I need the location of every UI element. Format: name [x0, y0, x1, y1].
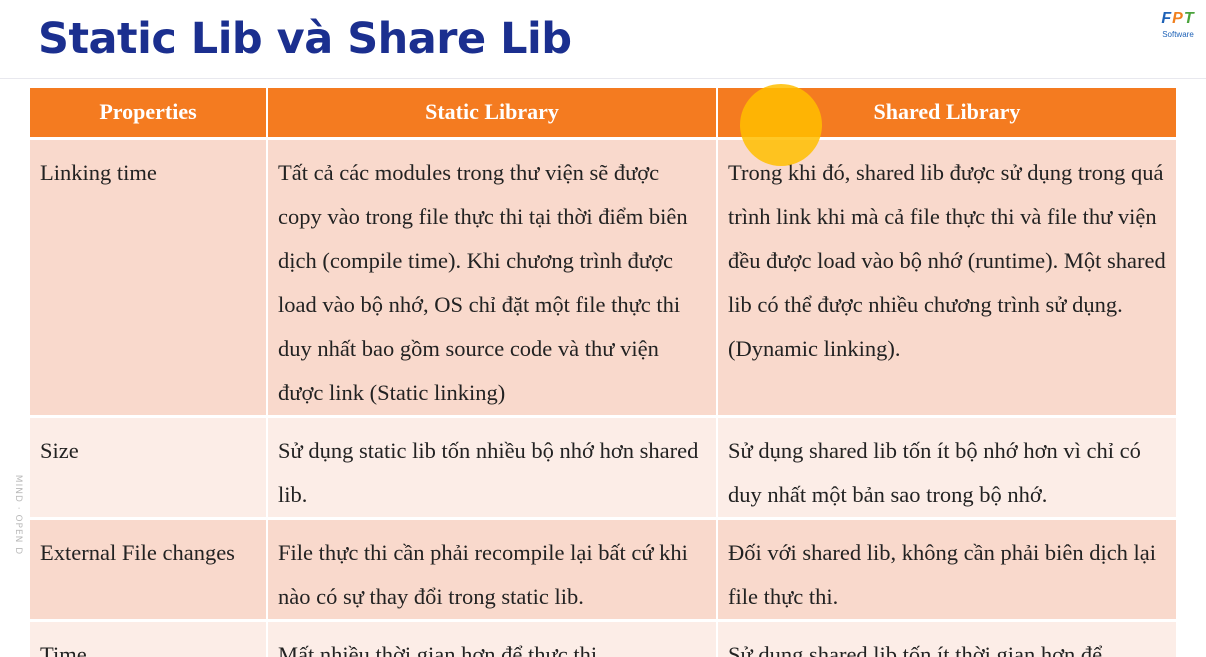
cell-static: Sử dụng static lib tốn nhiều bộ nhớ hơn …: [267, 414, 718, 518]
logo-letters: FPT: [1153, 10, 1203, 28]
table-row: Linking time Tất cả các modules trong th…: [30, 136, 1176, 416]
cell-property: External File changes: [30, 516, 268, 620]
cell-shared: Trong khi đó, shared lib được sử dụng tr…: [717, 136, 1176, 416]
logo-letter: P: [1172, 10, 1184, 27]
cell-static: Tất cả các modules trong thư viện sẽ đượ…: [267, 136, 718, 416]
header-static-library: Static Library: [267, 88, 718, 138]
comparison-table: Properties Static Library Shared Library…: [30, 88, 1176, 657]
cell-shared: Sử dụng shared lib tốn ít thời gian hơn …: [717, 618, 1176, 657]
cell-property: Time: [30, 618, 268, 657]
logo-letter: T: [1183, 10, 1195, 27]
table-row: External File changes File thực thi cần …: [30, 516, 1176, 620]
slide-title: Static Lib và Share Lib: [38, 14, 572, 64]
header-shared-library: Shared Library: [717, 88, 1176, 138]
title-divider: [0, 78, 1206, 79]
logo-letter: F: [1161, 10, 1173, 27]
table-row: Time Mất nhiều thời gian hơn để thực thi…: [30, 618, 1176, 657]
cell-static: Mất nhiều thời gian hơn để thực thi.: [267, 618, 718, 657]
cell-shared: Sử dụng shared lib tốn ít bộ nhớ hơn vì …: [717, 414, 1176, 518]
fpt-software-logo: FPT Software: [1153, 10, 1203, 39]
header-properties: Properties: [30, 88, 268, 138]
cell-static: File thực thi cần phải recompile lại bất…: [267, 516, 718, 620]
side-watermark: MIND · OPEN D: [13, 474, 24, 556]
logo-subtitle: Software: [1162, 30, 1194, 39]
cell-property: Size: [30, 414, 268, 518]
cell-shared: Đối với shared lib, không cần phải biên …: [717, 516, 1176, 620]
table-row: Size Sử dụng static lib tốn nhiều bộ nhớ…: [30, 414, 1176, 518]
table-header-row: Properties Static Library Shared Library: [30, 88, 1176, 138]
cell-property: Linking time: [30, 136, 268, 416]
